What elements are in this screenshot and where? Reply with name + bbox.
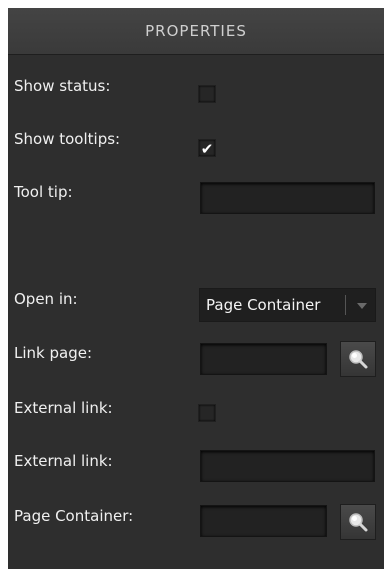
page-container-input[interactable] [200,505,327,537]
show-status-checkbox[interactable] [198,85,216,103]
show-tooltips-checkbox[interactable]: ✔ [198,139,216,158]
open-in-label: Open in: [14,290,78,308]
chevron-down-icon[interactable] [350,289,374,321]
open-in-value: Page Container [206,296,321,314]
select-divider [345,295,346,315]
show-tooltips-label: Show tooltips: [14,130,121,148]
tool-tip-input[interactable] [200,182,375,214]
link-page-search-button[interactable] [340,341,376,377]
external-link-input[interactable] [200,450,375,482]
search-icon [349,513,368,532]
panel-title: PROPERTIES [8,8,384,55]
link-page-label: Link page: [14,344,93,362]
external-link-toggle-label: External link: [14,399,113,417]
search-icon [349,350,368,369]
external-link-checkbox[interactable] [198,404,216,422]
page-container-label: Page Container: [14,507,134,525]
link-page-input[interactable] [200,343,327,375]
show-status-label: Show status: [14,77,111,95]
page-container-search-button[interactable] [340,504,376,540]
checkmark-icon: ✔ [200,140,214,158]
open-in-select[interactable]: Page Container [199,288,376,322]
tool-tip-label: Tool tip: [14,183,73,201]
properties-panel: PROPERTIES Show status: Show tooltips: ✔… [8,8,384,569]
external-link-label: External link: [14,452,113,470]
